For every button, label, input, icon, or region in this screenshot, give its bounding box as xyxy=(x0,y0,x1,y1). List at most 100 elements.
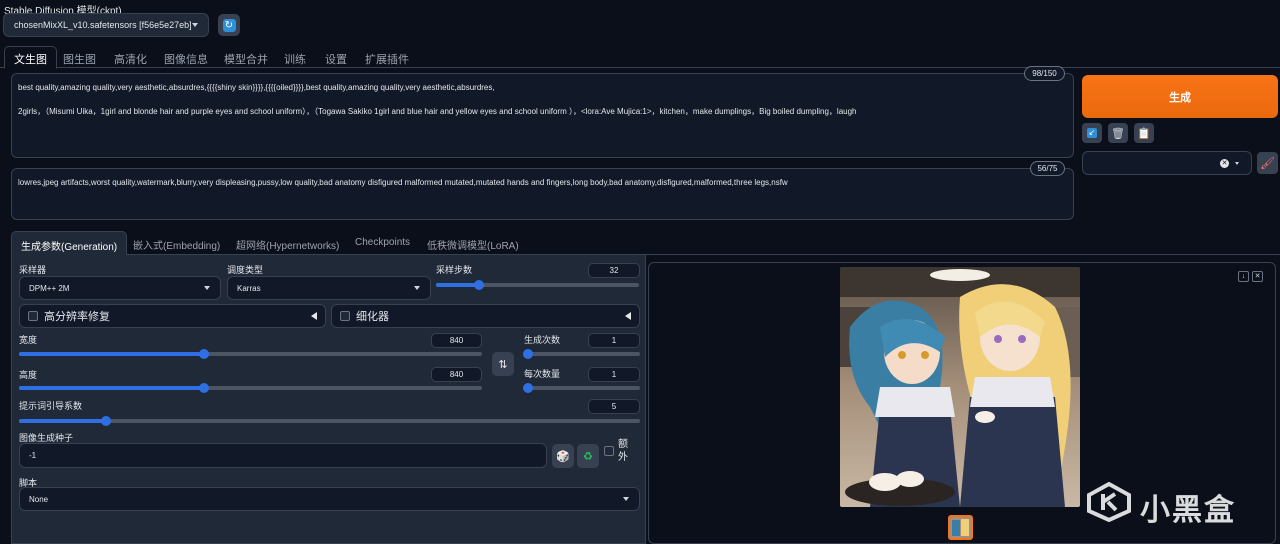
arrow-icon: ↙ xyxy=(1087,128,1097,138)
tab-checkpoint-merger[interactable]: 模型合并 xyxy=(224,46,268,68)
batch-count-slider[interactable] xyxy=(523,349,640,359)
clear-icon[interactable]: ✕ xyxy=(1220,159,1229,168)
batch-count-input[interactable]: 1 xyxy=(588,333,640,348)
chevron-down-icon xyxy=(204,286,210,290)
watermark-logo-icon xyxy=(1087,482,1131,522)
slider-handle[interactable] xyxy=(100,416,111,426)
random-seed-button[interactable]: 🎲 xyxy=(552,444,574,468)
apply-style-button[interactable]: 🖌 xyxy=(1257,152,1278,174)
tab-extensions[interactable]: 扩展插件 xyxy=(365,46,409,68)
sampler-select[interactable]: DPM++ 2M xyxy=(19,276,221,300)
trash-icon: 🗑 xyxy=(1111,127,1125,140)
tab-img2img[interactable]: 图生图 xyxy=(63,46,96,68)
refiner-checkbox[interactable] xyxy=(340,311,350,321)
prompt-line-1: best quality,amazing quality,very aesthe… xyxy=(18,83,495,92)
model-select[interactable]: chosenMixXL_v10.safetensors [f56e5e27eb] xyxy=(3,13,209,37)
script-value: None xyxy=(29,494,49,504)
slider-fill xyxy=(19,419,106,423)
download-icon[interactable]: ↓ xyxy=(1238,271,1249,282)
width-input[interactable]: 840 xyxy=(431,333,482,348)
slider-fill xyxy=(19,386,205,390)
height-slider[interactable] xyxy=(19,383,482,393)
batch-size-label: 每次数量 xyxy=(524,369,561,379)
refresh-icon: ↻ xyxy=(222,18,236,32)
clear-prompt-button[interactable]: 🗑 xyxy=(1108,123,1128,143)
prompt-line-2: 2girls，（Misumi Uika，1girl and blonde hai… xyxy=(18,107,857,116)
hires-fix-accordion[interactable]: 高分辨率修复 xyxy=(19,304,326,328)
clipboard-icon: 📋 xyxy=(1137,127,1151,140)
chevron-down-icon xyxy=(414,286,420,290)
extra-seed-checkbox[interactable] xyxy=(604,446,614,456)
slider-handle[interactable] xyxy=(523,349,533,359)
refiner-accordion[interactable]: 细化器 xyxy=(331,304,640,328)
seed-value: -1 xyxy=(29,451,37,460)
script-select[interactable]: None xyxy=(19,487,640,511)
refresh-model-button[interactable]: ↻ xyxy=(218,14,240,36)
slider-handle[interactable] xyxy=(473,280,484,290)
sub-tabs: 生成参数(Generation) 嵌入式(Embedding) 超网络(Hype… xyxy=(11,231,1280,256)
refiner-label: 细化器 xyxy=(356,311,389,323)
close-icon[interactable]: ✕ xyxy=(1252,271,1263,282)
chevron-down-icon xyxy=(1235,162,1239,165)
tab-train[interactable]: 训练 xyxy=(284,46,306,68)
negative-token-counter: 56/75 xyxy=(1030,161,1065,176)
sampler-value: DPM++ 2M xyxy=(29,283,70,293)
tab-png-info[interactable]: 图像信息 xyxy=(164,46,208,68)
batch-size-slider[interactable] xyxy=(523,383,640,393)
tab-lora[interactable]: 低秩微调模型(LoRA) xyxy=(427,231,519,255)
batch-size-input[interactable]: 1 xyxy=(588,367,640,382)
height-label: 高度 xyxy=(19,370,38,380)
chevron-down-icon xyxy=(623,497,629,501)
cfg-scale-label: 提示词引导系数 xyxy=(19,401,83,411)
reuse-seed-button[interactable]: ♻ xyxy=(577,444,599,468)
negative-prompt-textarea[interactable]: lowres,jpeg artifacts,worst quality,wate… xyxy=(11,168,1074,220)
model-select-value: chosenMixXL_v10.safetensors [f56e5e27eb] xyxy=(14,20,192,30)
negative-prompt-text: lowres,jpeg artifacts,worst quality,wate… xyxy=(18,178,788,187)
schedule-type-label: 调度类型 xyxy=(227,265,264,275)
swap-icon: ⇅ xyxy=(498,358,508,371)
sampler-label: 采样器 xyxy=(19,265,47,275)
slider-fill xyxy=(436,283,479,287)
seed-input[interactable]: -1 xyxy=(19,443,547,468)
paste-button[interactable]: 📋 xyxy=(1134,123,1154,143)
height-input[interactable]: 840 xyxy=(431,367,482,382)
slider-fill xyxy=(19,352,205,356)
width-slider[interactable] xyxy=(19,349,482,359)
tab-hypernetworks[interactable]: 超网络(Hypernetworks) xyxy=(236,231,339,255)
sampling-steps-slider[interactable] xyxy=(436,280,639,290)
sampling-steps-label: 采样步数 xyxy=(436,265,473,275)
tab-embedding[interactable]: 嵌入式(Embedding) xyxy=(133,231,220,255)
hires-fix-checkbox[interactable] xyxy=(28,311,38,321)
style-select[interactable]: ✕ xyxy=(1082,151,1252,175)
caret-left-icon xyxy=(311,312,317,320)
main-tabs: 文生图 图生图 高清化 图像信息 模型合并 训练 设置 扩展插件 xyxy=(0,46,1280,69)
gallery-thumbnail[interactable] xyxy=(948,515,973,540)
tab-generation[interactable]: 生成参数(Generation) xyxy=(11,231,128,256)
generated-image-art xyxy=(840,267,1080,507)
thumbnail-art xyxy=(950,517,971,538)
tab-checkpoints[interactable]: Checkpoints xyxy=(355,231,410,255)
cfg-scale-slider[interactable] xyxy=(19,416,640,426)
slider-handle[interactable] xyxy=(523,383,533,393)
schedule-type-select[interactable]: Karras xyxy=(227,276,431,300)
batch-count-label: 生成次数 xyxy=(524,335,561,345)
schedule-type-value: Karras xyxy=(237,283,261,293)
extra-seed-label: 额外 xyxy=(618,439,628,463)
swap-dimensions-button[interactable]: ⇅ xyxy=(492,352,514,376)
watermark-text: 小黑盒 xyxy=(1140,494,1236,527)
generated-image[interactable] xyxy=(840,267,1080,507)
brush-icon: 🖌 xyxy=(1259,156,1276,170)
chevron-down-icon xyxy=(192,23,198,27)
sampling-steps-input[interactable]: 32 xyxy=(588,263,640,278)
prompt-token-counter: 98/150 xyxy=(1024,66,1065,81)
generate-button[interactable]: 生成 xyxy=(1082,75,1278,118)
prompt-textarea[interactable]: best quality,amazing quality,very aesthe… xyxy=(11,73,1074,158)
tab-extras[interactable]: 高清化 xyxy=(114,46,147,68)
width-label: 宽度 xyxy=(19,335,38,345)
tab-txt2img[interactable]: 文生图 xyxy=(4,46,57,69)
tab-settings[interactable]: 设置 xyxy=(325,46,347,68)
dice-icon: 🎲 xyxy=(556,450,570,463)
read-params-button[interactable]: ↙ xyxy=(1082,123,1102,143)
cfg-scale-input[interactable]: 5 xyxy=(588,399,640,414)
caret-left-icon xyxy=(625,312,631,320)
